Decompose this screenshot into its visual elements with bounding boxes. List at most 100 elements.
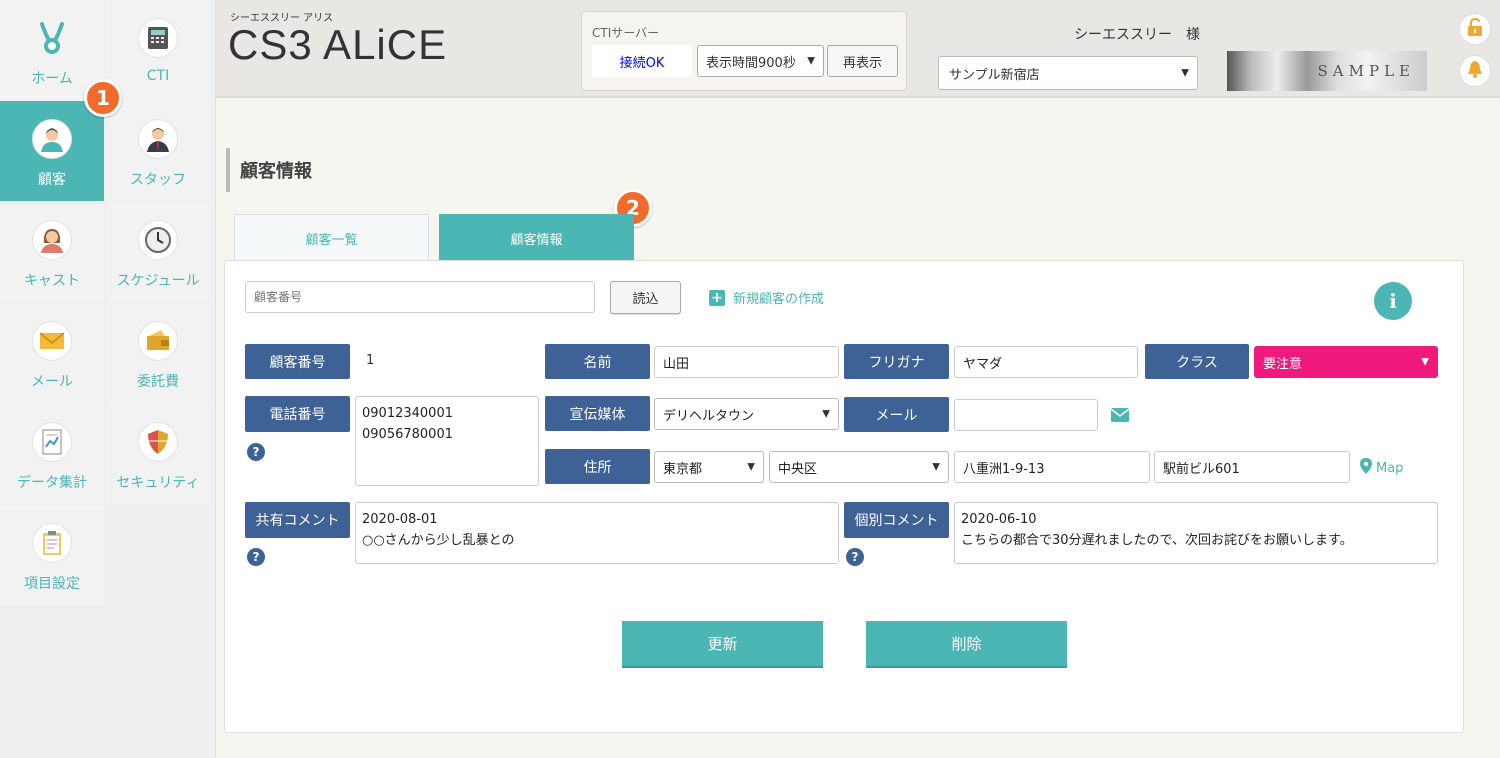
- chevron-down-icon: ▼: [807, 55, 815, 67]
- customer-avatar-icon: [32, 119, 72, 159]
- phone-textarea[interactable]: 09012340001 09056780001: [355, 396, 539, 486]
- delete-button[interactable]: 削除: [866, 621, 1067, 668]
- sidebar-item-schedule[interactable]: スケジュール: [106, 202, 210, 302]
- chevron-down-icon: ▼: [1421, 356, 1429, 368]
- media-label: 宣伝媒体: [545, 396, 650, 431]
- chevron-down-icon: ▼: [932, 461, 940, 473]
- sidebar-item-security[interactable]: セキュリティ: [106, 404, 210, 504]
- class-select-value: 要注意: [1263, 356, 1303, 372]
- sidebar-item-mail[interactable]: メール: [0, 303, 104, 403]
- sidebar-item-label: スケジュール: [116, 273, 200, 289]
- sidebar-item-cti[interactable]: CTI: [106, 0, 210, 100]
- new-customer-link[interactable]: + 新規顧客の作成: [709, 288, 824, 307]
- sidebar-item-label: 顧客: [38, 172, 66, 188]
- cast-avatar-icon: [32, 220, 72, 260]
- store-select-value: サンプル新宿店: [949, 67, 1040, 83]
- mail-label: メール: [844, 397, 949, 432]
- shield-icon: [138, 422, 178, 462]
- media-select[interactable]: デリヘルタウン ▼: [654, 398, 839, 430]
- cti-caption: CTIサーバー: [592, 26, 660, 40]
- rabbit-logo-icon: [32, 18, 72, 58]
- customer-form-panel: [224, 260, 1464, 733]
- sidebar-item-label: データ集計: [17, 475, 87, 491]
- chevron-down-icon: ▼: [822, 408, 830, 420]
- customer-number-search-input[interactable]: [245, 281, 595, 313]
- page-title: 顧客情報: [226, 148, 312, 192]
- cti-display-time-select[interactable]: 表示時間900秒 ▼: [697, 45, 824, 77]
- name-label: 名前: [545, 344, 650, 379]
- clipboard-icon: [32, 523, 72, 563]
- user-name: シーエススリー 様: [1074, 27, 1200, 43]
- step-badge-1: 1: [84, 79, 122, 117]
- personal-comment-textarea[interactable]: 2020-06-10 こちらの都合で30分遅れましたので、次回お詫びをお願いしま…: [954, 502, 1438, 564]
- personal-comment-text: こちらの都合で30分遅れましたので、次回お詫びをお願いします。: [961, 533, 1353, 548]
- prefecture-select[interactable]: 東京都 ▼: [654, 451, 764, 483]
- brand-title: CS3 ALiCE: [228, 21, 448, 68]
- notification-button[interactable]: [1459, 55, 1491, 87]
- sidebar-item-cast[interactable]: キャスト: [0, 202, 104, 302]
- app-header: シーエススリー アリス CS3 ALiCE CTIサーバー 接続OK 表示時間9…: [216, 0, 1500, 98]
- name-input[interactable]: 山田: [654, 346, 839, 378]
- unlock-button[interactable]: [1459, 13, 1491, 45]
- class-select[interactable]: 要注意 ▼: [1254, 346, 1438, 378]
- cti-panel: CTIサーバー 接続OK 表示時間900秒 ▼ 再表示: [581, 11, 907, 91]
- store-logo: SAMPLE: [1227, 51, 1427, 91]
- sidebar-item-label: ホーム: [31, 71, 73, 87]
- sidebar-item-label: 委託費: [137, 374, 179, 390]
- media-select-value: デリヘルタウン: [663, 408, 755, 424]
- shared-comment-label: 共有コメント: [245, 502, 350, 538]
- address-label: 住所: [545, 449, 650, 484]
- chevron-down-icon: ▼: [1181, 67, 1189, 79]
- shared-comment-text: ○○さんから少し乱暴との: [362, 533, 515, 548]
- mail-input[interactable]: [954, 399, 1098, 431]
- customer-number-label: 顧客番号: [245, 344, 350, 379]
- chevron-down-icon: ▼: [747, 461, 755, 473]
- report-icon: [32, 422, 72, 462]
- building-input[interactable]: 駅前ビル601: [1154, 451, 1350, 483]
- ward-select[interactable]: 中央区 ▼: [769, 451, 949, 483]
- store-select[interactable]: サンプル新宿店 ▼: [938, 56, 1198, 90]
- map-link[interactable]: Map: [1360, 458, 1403, 478]
- sidebar-item-label: セキュリティ: [116, 475, 200, 491]
- help-icon[interactable]: ?: [247, 548, 265, 566]
- new-customer-label: 新規顧客の作成: [733, 292, 825, 307]
- help-icon[interactable]: ?: [846, 548, 864, 566]
- phone-number-line: 09056780001: [362, 427, 453, 442]
- cti-status: 接続OK: [592, 45, 692, 77]
- update-button[interactable]: 更新: [622, 621, 823, 668]
- sidebar-item-commission[interactable]: 委託費: [106, 303, 210, 403]
- wallet-icon: [138, 321, 178, 361]
- sidebar-item-label: メール: [31, 374, 73, 390]
- cti-display-time-value: 表示時間900秒: [706, 55, 796, 71]
- sidebar-item-label: CTI: [146, 68, 170, 84]
- ward-select-value: 中央区: [778, 461, 818, 477]
- plus-icon: +: [709, 289, 725, 306]
- shared-comment-date: 2020-08-01: [362, 512, 438, 527]
- furigana-input[interactable]: ヤマダ: [954, 346, 1138, 378]
- cti-refresh-button[interactable]: 再表示: [827, 45, 898, 77]
- map-pin-icon: [1360, 458, 1372, 478]
- sidebar-item-customer[interactable]: 顧客: [0, 101, 104, 201]
- load-button[interactable]: 読込: [610, 281, 681, 314]
- sidebar-item-data-summary[interactable]: データ集計: [0, 404, 104, 504]
- sidebar-item-label: キャスト: [24, 273, 80, 289]
- furigana-label: フリガナ: [844, 344, 949, 379]
- envelope-icon[interactable]: [1110, 407, 1130, 426]
- phone-icon: [138, 18, 178, 58]
- unlock-icon: [1465, 17, 1485, 41]
- info-icon[interactable]: i: [1374, 282, 1412, 320]
- clock-icon: [138, 220, 178, 260]
- shared-comment-textarea[interactable]: 2020-08-01 ○○さんから少し乱暴との: [355, 502, 839, 564]
- staff-avatar-icon: [138, 119, 178, 159]
- sidebar-item-label: スタッフ: [130, 172, 186, 188]
- mail-icon: [32, 321, 72, 361]
- sidebar-item-staff[interactable]: スタッフ: [106, 101, 210, 201]
- tab-customer-info[interactable]: 顧客情報: [439, 214, 634, 261]
- help-icon[interactable]: ?: [247, 443, 265, 461]
- sidebar-item-field-settings[interactable]: 項目設定: [0, 505, 104, 605]
- sidebar-item-label: 項目設定: [24, 576, 80, 592]
- class-label: クラス: [1145, 344, 1249, 379]
- store-logo-text: SAMPLE: [1317, 62, 1415, 80]
- tab-customer-list[interactable]: 顧客一覧: [234, 214, 429, 261]
- street-input[interactable]: 八重洲1-9-13: [954, 451, 1150, 483]
